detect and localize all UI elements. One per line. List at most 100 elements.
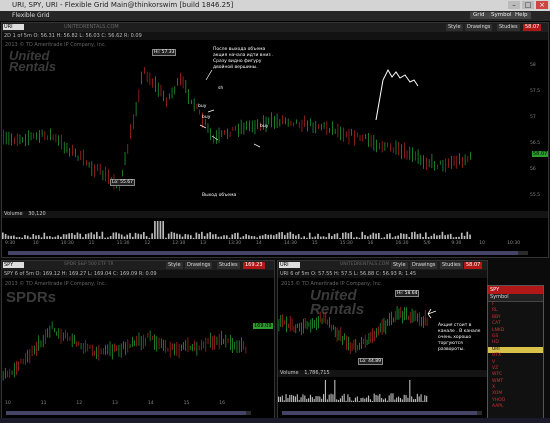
main-volume-bar xyxy=(107,237,109,239)
uri-small-volume-bar xyxy=(371,400,373,402)
main-volume-bar xyxy=(253,236,256,239)
uri-small-volume-bar xyxy=(384,398,386,402)
main-volume-bar xyxy=(295,235,297,239)
uri-small-symbol-input[interactable]: URI xyxy=(279,262,300,268)
main-volume-bar xyxy=(278,232,281,239)
main-volume-bar xyxy=(460,232,463,239)
main-volume-bar xyxy=(159,221,162,239)
taskbar xyxy=(0,418,550,423)
time-axis: 9:30 10 10:30 11 11:30 12 12:30 13 13:30 14 14:30 1… xyxy=(2,241,532,249)
minimize-icon[interactable]: – xyxy=(508,1,520,9)
spy-drawings-button[interactable]: Drawings xyxy=(185,262,213,269)
main-volume-bar xyxy=(162,221,165,239)
uri-small-ohlc-info: URI 6 of 5m O: 57.55 H: 57.5 L: 56.88 C:… xyxy=(278,270,487,278)
main-volume-bar xyxy=(35,235,37,239)
main-volume-bar xyxy=(140,234,142,239)
time-tick-label: 15:30 xyxy=(339,241,353,246)
time-tick-label: 15 xyxy=(311,241,318,246)
spy-price-plot[interactable] xyxy=(2,278,252,401)
main-volume-bar xyxy=(449,233,452,239)
watchlist-row[interactable]: AAPL xyxy=(488,404,543,410)
uri-small-volume-bar xyxy=(313,398,315,402)
main-scrollbar[interactable] xyxy=(8,251,528,255)
main-volume-bar xyxy=(209,232,212,239)
main-volume-bar xyxy=(13,235,15,239)
main-volume-bar xyxy=(90,232,93,239)
uri-small-scrollbar[interactable] xyxy=(282,411,482,415)
uri-small-studies-button[interactable]: Studies xyxy=(440,262,463,269)
watchlist-column-header[interactable]: Symbol xyxy=(488,294,543,302)
uri-small-volume-bar xyxy=(289,394,291,402)
uri-small-volume-bar xyxy=(300,397,302,402)
window-titlebar: URI, SPY, URI - Flexible Grid Main@think… xyxy=(0,0,550,11)
uri-small-volume-bar xyxy=(338,400,340,402)
uri-small-volume-bar xyxy=(324,380,326,402)
uri-small-volume-bar xyxy=(351,400,353,402)
uri-small-price-plot[interactable] xyxy=(278,278,448,370)
spy-style-button[interactable]: Style xyxy=(166,262,183,269)
main-volume-bar xyxy=(250,236,253,239)
maximize-icon[interactable]: □ xyxy=(522,1,534,9)
drawings-button[interactable]: Drawings xyxy=(465,24,493,31)
main-volume-bar xyxy=(93,234,95,239)
main-volume-bar xyxy=(458,236,460,239)
main-volume-bar xyxy=(96,231,98,239)
watchlist-title[interactable]: SPY xyxy=(488,286,543,294)
main-volume-bar xyxy=(57,235,59,239)
symbol-button[interactable]: Symbol xyxy=(488,12,515,19)
style-button[interactable]: Style xyxy=(446,24,463,31)
main-volume-bar xyxy=(380,237,383,239)
annotation-text: После выхода объема акция начала идти вн… xyxy=(213,47,274,70)
main-volume-bar xyxy=(353,237,355,239)
time-tick-label: 12 xyxy=(76,401,83,406)
main-volume-bar xyxy=(49,236,51,239)
spy-scrollbar[interactable] xyxy=(6,411,251,415)
grid-button[interactable]: Grid xyxy=(470,12,488,19)
volume-value: 30,120 xyxy=(28,211,46,217)
spy-header-watermark: SPDR S&P 500 ETF TR xyxy=(64,262,114,267)
uri-small-volume-bar xyxy=(396,397,398,402)
uri-small-volume-bar xyxy=(302,394,304,402)
uri-small-volume-bar xyxy=(377,395,379,402)
main-volume-bar xyxy=(109,236,112,239)
uri-small-volume-bar xyxy=(354,397,356,402)
uri-small-volume-bar xyxy=(281,395,283,402)
spy-symbol-input[interactable]: SPY xyxy=(3,262,24,268)
close-icon[interactable]: × xyxy=(536,1,548,9)
main-volume-bar xyxy=(261,235,264,239)
buy-arrow-3 xyxy=(253,143,261,148)
studies-button[interactable]: Studies xyxy=(497,24,520,31)
main-volume-bar xyxy=(325,237,328,239)
uri-small-volume-bar xyxy=(345,400,347,402)
spy-time-axis: 10 11 12 13 14 15 16 xyxy=(2,401,252,409)
main-volume-plot xyxy=(2,221,471,239)
ohlc-info: 2D 1 of 5m O: 56.31 H: 56.82 L: 56.03 C:… xyxy=(2,32,548,40)
uri-small-panel: URI UNITEDRENTALS.COM Style Drawings Stu… xyxy=(277,260,488,419)
uri-small-volume-bar xyxy=(366,397,368,402)
main-volume-bar xyxy=(397,235,400,239)
help-button[interactable]: Help xyxy=(512,12,531,19)
main-volume-bar xyxy=(350,231,353,239)
uri-small-volume-bar xyxy=(315,396,317,402)
main-volume-bar xyxy=(143,232,145,239)
price-tick-label: 55.5 xyxy=(530,193,541,198)
spy-studies-button[interactable]: Studies xyxy=(217,262,240,269)
main-volume-bar xyxy=(375,233,377,239)
main-volume-bar xyxy=(151,233,153,239)
time-tick-label: 10 xyxy=(5,401,11,406)
symbol-input[interactable]: URI xyxy=(3,24,24,30)
time-tick-label: 11 xyxy=(40,401,47,406)
main-volume-bar xyxy=(248,235,250,239)
uri-small-price-badge: 58.07 xyxy=(464,262,483,269)
uri-small-drawings-button[interactable]: Drawings xyxy=(410,262,438,269)
main-volume-bar xyxy=(192,237,195,239)
uri-small-volume-bar xyxy=(330,393,332,402)
watchlist-panel: SPY Symbol F RL BBY CAT LNKD GS HD URI UTX V VZ WFC… xyxy=(487,285,544,420)
uri-small-volume-bar xyxy=(409,380,411,402)
main-volume-bar xyxy=(184,234,187,239)
time-tick-label: 10:30 xyxy=(507,241,521,246)
uri-small-volume-bar xyxy=(321,398,323,402)
price-tick-label: 56.5 xyxy=(530,141,541,146)
uri-small-style-button[interactable]: Style xyxy=(391,262,408,269)
uri-small-volume-bar xyxy=(379,393,381,402)
